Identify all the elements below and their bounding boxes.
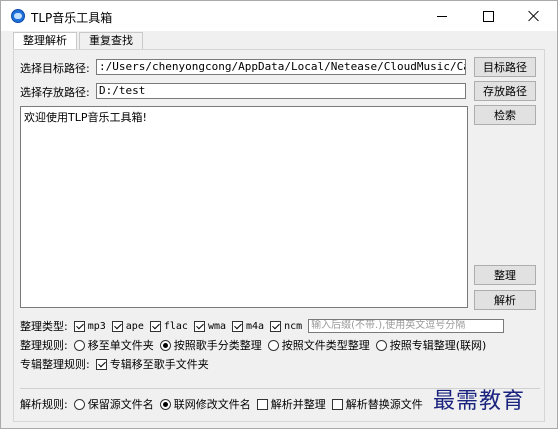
parse-keep-name[interactable]: 保留源文件名 — [73, 396, 154, 412]
target-path-button[interactable]: 目标路径 — [474, 57, 536, 77]
parse-button[interactable]: 解析 — [474, 290, 536, 310]
album-to-artist-folder[interactable]: 专辑移至歌手文件夹 — [95, 356, 209, 372]
organize-rule-row: 整理规则: 移至单文件夹 按照歌手分类整理 按照文件类型整理 按照专辑整理(联网… — [20, 337, 492, 353]
tab-duplicate-find[interactable]: 重复查找 — [79, 32, 143, 49]
format-ncm[interactable]: ncm — [270, 320, 302, 332]
format-m4a[interactable]: m4a — [232, 320, 264, 332]
rule-by-artist[interactable]: 按照歌手分类整理 — [159, 337, 262, 353]
checkbox-icon — [73, 320, 85, 332]
main-panel: 选择目标路径: :/Users/chenyongcong/AppData/Loc… — [13, 49, 545, 422]
radio-icon — [159, 398, 171, 410]
log-output[interactable]: 欢迎使用TLP音乐工具箱! — [20, 106, 468, 308]
format-flac[interactable]: flac — [149, 320, 188, 332]
maximize-button[interactable] — [465, 1, 511, 31]
checkbox-icon — [111, 320, 123, 332]
format-wma[interactable]: wma — [193, 320, 226, 332]
checkbox-icon — [149, 320, 161, 332]
maximize-icon — [482, 10, 494, 22]
app-window: TLP音乐工具箱 整理解析 重复查找 选择目标路径: :/Users/cheny… — [0, 0, 558, 429]
radio-icon — [375, 339, 387, 351]
log-text: 欢迎使用TLP音乐工具箱! — [24, 111, 147, 124]
checkbox-icon — [232, 320, 243, 332]
format-mp3[interactable]: mp3 — [73, 320, 106, 332]
window-title: TLP音乐工具箱 — [31, 11, 113, 25]
checkbox-icon — [193, 320, 205, 332]
parse-and-organize[interactable]: 解析并整理 — [256, 396, 326, 412]
organize-rule-label: 整理规则: — [20, 339, 68, 352]
radio-icon — [159, 339, 171, 351]
target-path-input[interactable]: :/Users/chenyongcong/AppData/Local/Netea… — [96, 59, 466, 75]
minimize-icon — [437, 15, 447, 17]
checkbox-icon — [331, 398, 343, 410]
parse-rule-label: 解析规则: — [20, 398, 68, 411]
options-section: 整理类型: mp3 ape flac wma m4a ncm 输入后缀(不带.)… — [20, 316, 532, 378]
title-bar: TLP音乐工具箱 — [1, 1, 557, 31]
format-ape[interactable]: ape — [111, 320, 144, 332]
tab-bar: 整理解析 重复查找 — [13, 32, 145, 51]
checkbox-icon — [270, 320, 282, 332]
album-rule-row: 专辑整理规则: 专辑移至歌手文件夹 — [20, 356, 215, 372]
checkbox-icon — [256, 398, 268, 410]
radio-icon — [267, 339, 279, 351]
organize-type-row: 整理类型: mp3 ape flac wma m4a ncm 输入后缀(不带.)… — [20, 318, 505, 334]
rule-single-folder[interactable]: 移至单文件夹 — [73, 337, 154, 353]
organize-type-label: 整理类型: — [20, 320, 68, 333]
radio-icon — [73, 398, 85, 410]
parse-replace-source[interactable]: 解析替换源文件 — [331, 396, 423, 412]
app-logo-icon — [11, 9, 25, 23]
parse-online-rename[interactable]: 联网修改文件名 — [159, 396, 251, 412]
rule-by-album[interactable]: 按照专辑整理(联网) — [375, 337, 486, 353]
target-path-label: 选择目标路径: — [20, 62, 90, 75]
album-rule-label: 专辑整理规则: — [20, 358, 90, 371]
custom-extension-input[interactable]: 输入后缀(不带.),使用英文逗号分隔 — [308, 319, 505, 333]
radio-icon — [73, 339, 85, 351]
organize-button[interactable]: 整理 — [474, 265, 536, 285]
minimize-button[interactable] — [419, 1, 465, 31]
save-path-button[interactable]: 存放路径 — [474, 81, 536, 101]
parse-rule-row: 解析规则: 保留源文件名 联网修改文件名 解析并整理 解析替换源文件 — [20, 396, 429, 412]
close-button[interactable] — [511, 1, 557, 31]
save-path-label: 选择存放路径: — [20, 86, 90, 99]
search-button[interactable]: 检索 — [474, 105, 536, 125]
save-path-input[interactable]: D:/test — [96, 83, 466, 99]
watermark-text: 最需教育 — [433, 389, 526, 414]
checkbox-icon — [95, 358, 107, 370]
rule-by-filetype[interactable]: 按照文件类型整理 — [267, 337, 370, 353]
close-icon — [528, 10, 540, 22]
